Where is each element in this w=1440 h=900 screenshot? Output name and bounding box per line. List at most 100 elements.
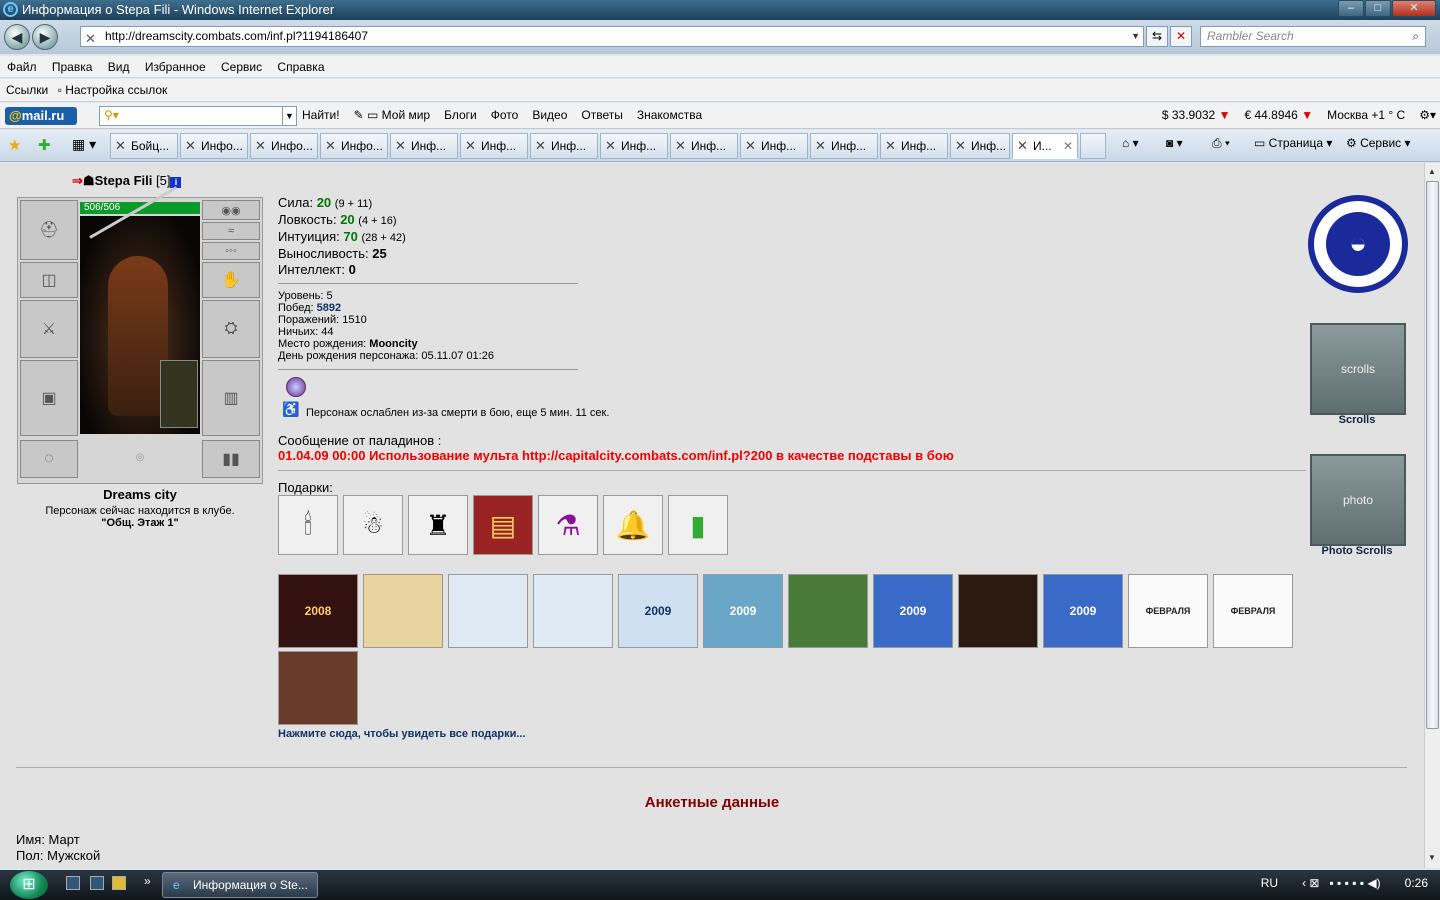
add-favorite-icon[interactable]: ✚ <box>38 136 51 154</box>
tools-icon[interactable]: ⚙▾ <box>1419 108 1436 122</box>
gift-candle[interactable]: 🕯 <box>278 495 338 555</box>
mailbar-item-dating[interactable]: Знакомства <box>637 108 702 122</box>
links-label[interactable]: Ссылки <box>6 83 48 97</box>
gift-potions[interactable]: ⚗ <box>538 495 598 555</box>
refresh-button[interactable]: ⇆ <box>1146 26 1168 47</box>
quicklaunch-icon[interactable] <box>90 876 104 890</box>
start-button[interactable]: ⊞ <box>10 871 48 899</box>
menu-file[interactable]: Файл <box>2 56 42 78</box>
home-icon[interactable]: ⌂ ▾ <box>1122 136 1139 150</box>
back-button[interactable]: ◀ <box>4 24 30 50</box>
all-gifts-link[interactable]: Нажмите сюда, чтобы увидеть все подарки.… <box>278 728 526 740</box>
arrow-icon[interactable]: ⇒ <box>72 173 83 188</box>
close-button[interactable]: ✕ <box>1392 0 1436 17</box>
gift-card[interactable] <box>278 651 358 725</box>
shield-slot[interactable]: ⛭ <box>202 300 260 358</box>
address-bar[interactable]: ✕ http://dreamscity.combats.com/inf.pl?1… <box>80 26 1144 47</box>
bracers-slot[interactable]: ◫ <box>20 262 78 298</box>
scrolls-banner[interactable]: scrolls <box>1310 323 1406 415</box>
stop-button[interactable]: ✕ <box>1170 26 1192 47</box>
mailbar-item-video[interactable]: Видео <box>532 108 567 122</box>
tab-10[interactable]: ✕ Инф... <box>740 133 808 159</box>
scrolls-link[interactable]: Scrolls <box>1296 414 1418 426</box>
tab-9[interactable]: ✕ Инф... <box>670 133 738 159</box>
search-input[interactable]: Rambler Search ⌕ <box>1200 26 1426 47</box>
effect-icon[interactable] <box>286 377 306 397</box>
find-button[interactable]: Найти! <box>302 108 340 122</box>
quicklaunch-icon[interactable] <box>112 876 126 890</box>
pants-slot[interactable]: ▥ <box>202 360 260 436</box>
gift-tower[interactable]: ♜ <box>408 495 468 555</box>
gift-teddy-bear[interactable]: ☃ <box>343 495 403 555</box>
earrings-slot[interactable]: ◉◉ <box>202 200 260 220</box>
gift-card[interactable] <box>448 574 528 648</box>
tab-12[interactable]: ✕ Инф... <box>880 133 948 159</box>
gift-bell[interactable]: 🔔 <box>603 495 663 555</box>
amulet-slot[interactable]: ≈ <box>202 222 260 240</box>
mailru-logo[interactable]: @mail.ru <box>5 107 77 125</box>
eur-rate[interactable]: € 44.8946 ▼ <box>1244 108 1313 122</box>
chevron-down-icon[interactable]: ▼ <box>282 107 296 125</box>
gift-card[interactable] <box>958 574 1038 648</box>
tab-active[interactable]: ✕ И... ✕ <box>1012 133 1078 159</box>
clock[interactable]: 0:26 <box>1405 876 1428 890</box>
tab-1[interactable]: ✕ Бойц... <box>110 133 178 159</box>
menu-tools[interactable]: Сервис <box>216 56 267 78</box>
tab-11[interactable]: ✕ Инф... <box>810 133 878 159</box>
photo-scrolls-link[interactable]: Photo Scrolls <box>1296 545 1418 557</box>
gift-card[interactable]: 2009 <box>1043 574 1123 648</box>
favorites-star-icon[interactable]: ★ <box>8 136 21 154</box>
page-menu[interactable]: ▭ Страница ▾ <box>1254 136 1332 150</box>
taskbar-window-button[interactable]: e Информация о Ste... <box>162 872 318 898</box>
injury-icon[interactable]: ♿ <box>282 401 300 417</box>
minimize-button[interactable]: – <box>1338 0 1364 17</box>
mailru-search-input[interactable]: ⚲▾ ▼ <box>99 106 297 126</box>
chevron-down-icon[interactable]: ▼ <box>1131 27 1140 46</box>
tab-13[interactable]: ✕ Инф... <box>950 133 1010 159</box>
gift-card[interactable]: ФЕВРАЛЯ <box>1213 574 1293 648</box>
usd-rate[interactable]: $ 33.9032 ▼ <box>1162 108 1231 122</box>
gift-bottle[interactable]: ▮ <box>668 495 728 555</box>
mailbar-item-blogs[interactable]: Блоги <box>444 108 477 122</box>
language-indicator[interactable]: RU <box>1261 876 1278 890</box>
gift-card[interactable] <box>363 574 443 648</box>
new-tab-button[interactable] <box>1080 133 1106 159</box>
tab-6[interactable]: ✕ Инф... <box>460 133 528 159</box>
tab-4[interactable]: ✕ Инфо... <box>320 133 388 159</box>
quick-tabs-icon[interactable]: ▦ ▾ <box>72 136 96 153</box>
mailbar-item-photo[interactable]: Фото <box>491 108 519 122</box>
vertical-scrollbar[interactable]: ▲ ▼ <box>1424 163 1440 868</box>
quicklaunch-icon[interactable] <box>66 876 80 890</box>
armor-slot[interactable]: ▣ <box>20 360 78 436</box>
chevron-icon[interactable]: » <box>144 874 151 888</box>
weather[interactable]: Москва +1 ° С <box>1327 108 1405 122</box>
weapon-slot[interactable]: ⚔ <box>20 300 78 358</box>
tab-7[interactable]: ✕ Инф... <box>530 133 598 159</box>
tab-2[interactable]: ✕ Инфо... <box>180 133 248 159</box>
menu-view[interactable]: Вид <box>103 56 135 78</box>
align-emblem[interactable]: ◒ <box>1308 195 1408 293</box>
close-tab-icon[interactable]: ✕ <box>1063 134 1073 158</box>
gift-card[interactable] <box>533 574 613 648</box>
tab-8[interactable]: ✕ Инф... <box>600 133 668 159</box>
mailbar-item-myworld[interactable]: ✎ ▭ Мой мир <box>354 108 431 122</box>
gift-card[interactable]: 2009 <box>703 574 783 648</box>
tab-3[interactable]: ✕ Инфо... <box>250 133 318 159</box>
eagle-item-slot[interactable] <box>160 360 198 428</box>
helmet-slot[interactable]: ⛑ <box>20 200 78 260</box>
service-menu[interactable]: ⚙ Сервис ▾ <box>1346 136 1411 150</box>
gift-card[interactable]: 2008 <box>278 574 358 648</box>
menu-edit[interactable]: Правка <box>47 56 98 78</box>
belt-slot[interactable]: ◌ <box>20 440 78 478</box>
tab-5[interactable]: ✕ Инф... <box>390 133 458 159</box>
scroll-down-arrow[interactable]: ▼ <box>1428 853 1436 862</box>
gift-card[interactable]: 2009 <box>618 574 698 648</box>
gift-book[interactable]: ▤ <box>473 495 533 555</box>
gift-card[interactable]: 2009 <box>873 574 953 648</box>
gift-card[interactable] <box>788 574 868 648</box>
photo-scrolls-banner[interactable]: photo <box>1310 454 1406 546</box>
print-icon[interactable]: ⎙ ▾ <box>1212 136 1230 151</box>
menu-favorites[interactable]: Избранное <box>140 56 211 78</box>
boots-slot[interactable]: ▮▮ <box>202 440 260 478</box>
maximize-button[interactable]: □ <box>1365 0 1391 17</box>
